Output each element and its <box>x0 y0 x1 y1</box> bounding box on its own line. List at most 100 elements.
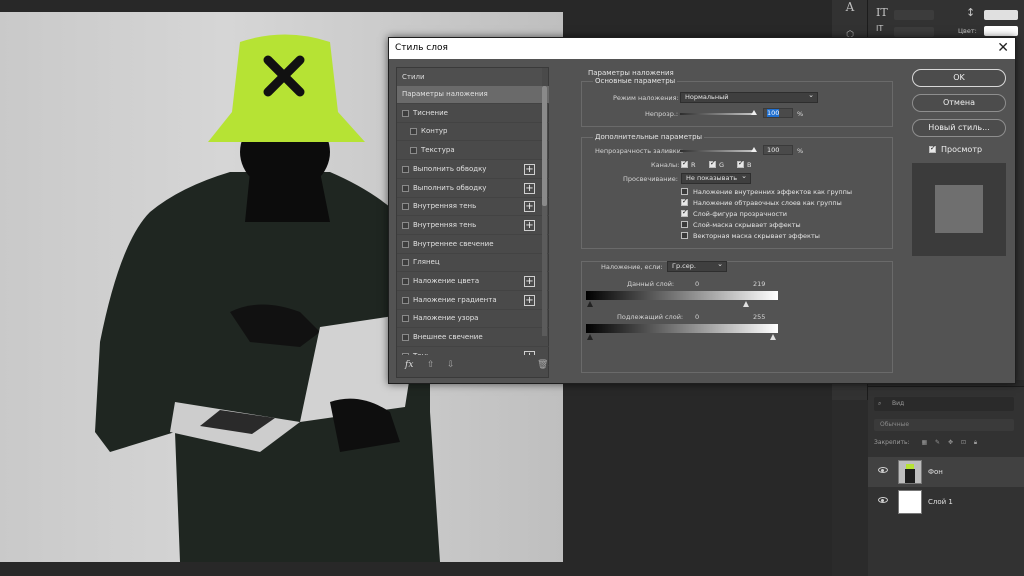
style-item[interactable]: Контур <box>397 123 549 142</box>
fill-opacity-slider[interactable] <box>680 150 754 152</box>
ok-button[interactable]: OK <box>912 69 1006 87</box>
this-layer-max: 219 <box>753 280 766 288</box>
style-checkbox[interactable] <box>402 278 409 285</box>
fill-opacity-field[interactable]: 100 <box>763 145 793 155</box>
channel-b-checkbox[interactable] <box>737 159 744 168</box>
style-checkbox[interactable] <box>410 128 417 136</box>
style-checkbox[interactable] <box>402 240 409 248</box>
style-checkbox[interactable] <box>402 334 409 342</box>
text-tool-icon[interactable]: A <box>842 0 858 14</box>
style-item[interactable]: Внутренняя тень + <box>397 217 549 235</box>
style-item[interactable]: Выполнить обводку + <box>397 180 549 198</box>
style-checkbox[interactable] <box>402 203 409 211</box>
fill-opacity-slider-knob[interactable] <box>751 147 757 152</box>
text-size-icon: IT <box>876 6 888 19</box>
styles-header[interactable]: Стили <box>397 68 542 86</box>
layer-row-background[interactable]: Фон <box>868 457 1024 487</box>
underlying-white-slider[interactable] <box>770 334 776 340</box>
font-size-field[interactable] <box>894 10 934 20</box>
blend-if-label: Наложение, если: <box>601 263 663 271</box>
layer-blend-mode-dropdown[interactable]: Обычные <box>874 419 1014 431</box>
blend-mode-dropdown[interactable]: Нормальный <box>680 91 818 103</box>
cancel-button[interactable]: Отмена <box>912 94 1006 112</box>
add-effect-plus-icon[interactable]: + <box>524 182 535 194</box>
color-label: Цвет: <box>958 27 977 35</box>
knockout-dropdown[interactable]: Не показывать <box>681 172 751 184</box>
style-checkbox[interactable] <box>402 296 409 304</box>
style-item[interactable]: Глянец <box>397 254 549 273</box>
style-item[interactable]: Внутренняя тень + <box>397 198 549 217</box>
style-item-label: Текстура <box>421 146 455 155</box>
style-item[interactable]: Тиснение <box>397 105 549 123</box>
kerning-field[interactable] <box>894 27 934 37</box>
close-icon[interactable]: ✕ <box>997 40 1009 56</box>
style-checkbox[interactable] <box>402 109 409 117</box>
fx-icon[interactable]: fx <box>405 360 413 370</box>
opacity-slider[interactable] <box>680 113 754 115</box>
lock-artboard-icon[interactable]: ⊡ <box>961 439 966 446</box>
style-item-label: Внутренняя тень <box>413 220 477 229</box>
advanced-option-checkbox[interactable] <box>681 208 688 217</box>
opacity-field[interactable]: 100 <box>763 108 793 118</box>
style-checkbox[interactable] <box>402 221 409 229</box>
add-effect-plus-icon[interactable]: + <box>524 276 535 287</box>
text-color-swatch[interactable] <box>984 26 1018 36</box>
layers-filter-label: Вид <box>892 400 905 407</box>
preview-inner-square <box>935 185 983 233</box>
style-item[interactable]: Наложение цвета + <box>397 273 549 291</box>
style-item[interactable]: Внешнее свечение <box>397 329 549 348</box>
new-style-button[interactable]: Новый стиль... <box>912 119 1006 137</box>
lock-pixels-icon[interactable]: ▦ <box>921 439 927 446</box>
advanced-option-checkbox[interactable] <box>681 197 688 206</box>
visibility-eye-icon[interactable] <box>878 467 888 473</box>
styles-scrollbar[interactable] <box>542 86 547 336</box>
channel-r-label: R <box>691 161 696 169</box>
advanced-option-label: Наложение внутренних эффектов как группы <box>693 188 853 196</box>
advanced-option-checkbox[interactable] <box>681 232 688 239</box>
lock-paint-icon[interactable]: ✎ <box>935 439 940 446</box>
lock-all-icon[interactable]: 🔒︎ <box>974 439 977 446</box>
style-item[interactable]: Текстура <box>397 142 549 161</box>
style-checkbox[interactable] <box>402 184 409 192</box>
move-up-icon[interactable]: ⇧ <box>427 360 435 370</box>
add-effect-plus-icon[interactable]: + <box>524 201 535 213</box>
advanced-option-checkbox[interactable] <box>681 221 688 228</box>
trash-icon[interactable]: 🗑︎ <box>537 360 548 370</box>
style-checkbox[interactable] <box>410 147 417 155</box>
channel-g-checkbox[interactable] <box>709 159 716 168</box>
this-layer-white-slider[interactable] <box>743 301 749 307</box>
visibility-eye-icon[interactable] <box>878 497 888 503</box>
style-checkbox[interactable] <box>402 315 409 323</box>
style-checkbox[interactable] <box>402 259 409 267</box>
layers-search-field[interactable]: ⌕ Вид <box>874 397 1014 411</box>
add-effect-plus-icon[interactable]: + <box>524 163 535 175</box>
this-layer-gradient-bar[interactable] <box>586 291 778 300</box>
style-item[interactable]: Внутреннее свечение <box>397 236 549 254</box>
leading-field[interactable] <box>984 10 1018 20</box>
blend-if-dropdown[interactable]: Гр.сер. <box>667 260 727 272</box>
layer-row-layer1[interactable]: Слой 1 <box>868 487 1024 517</box>
layer-thumbnail <box>898 490 922 514</box>
scrollbar-thumb[interactable] <box>542 86 547 206</box>
add-effect-plus-icon[interactable]: + <box>524 219 535 231</box>
dialog-titlebar[interactable]: Стиль слоя ✕ <box>389 38 1015 59</box>
preview-checkbox[interactable] <box>929 144 936 153</box>
channel-b-label: B <box>747 161 752 169</box>
this-layer-black-slider[interactable] <box>587 301 593 307</box>
channel-r-checkbox[interactable] <box>681 159 688 168</box>
style-checkbox[interactable] <box>402 165 409 173</box>
advanced-option-checkbox[interactable] <box>681 188 688 195</box>
underlying-gradient-bar[interactable] <box>586 324 778 333</box>
this-layer-min: 0 <box>695 280 700 288</box>
style-item[interactable]: Наложение градиента + <box>397 292 549 310</box>
lock-position-icon[interactable]: ✥ <box>948 439 953 446</box>
style-item[interactable]: Выполнить обводку + <box>397 161 549 179</box>
underlying-black-slider[interactable] <box>587 334 593 340</box>
style-item[interactable]: Наложение узора <box>397 310 549 329</box>
style-item[interactable]: Параметры наложения <box>397 86 549 104</box>
move-down-icon[interactable]: ⇩ <box>447 360 455 370</box>
underlying-min: 0 <box>695 313 700 321</box>
add-effect-plus-icon[interactable]: + <box>524 294 535 306</box>
opacity-slider-knob[interactable] <box>751 110 757 115</box>
layer-thumbnail <box>898 460 922 484</box>
